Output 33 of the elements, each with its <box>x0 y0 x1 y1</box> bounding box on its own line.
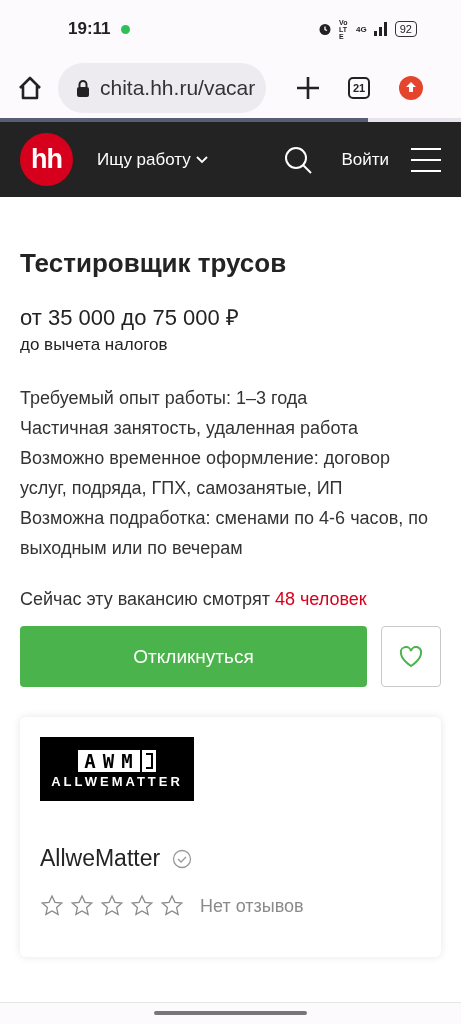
signal-icon <box>373 22 388 36</box>
company-logo: AWM ALLWEMATTER <box>40 737 194 801</box>
vacancy-detail: Возможна подработка: сменами по 4-6 часов, по выходным или по вечерам <box>20 507 430 560</box>
salary-note: до вычета налогов <box>20 335 169 355</box>
tabs-counter[interactable]: 21 <box>348 77 370 99</box>
battery-level: 92 <box>394 21 417 37</box>
company-name[interactable]: AllweMatter <box>40 845 161 872</box>
search-icon[interactable] <box>283 144 314 175</box>
signal-label: 4G <box>356 24 367 34</box>
star-icon <box>160 894 184 918</box>
viewers-text: Сейчас эту вакансию смотрят 48 человек <box>20 589 368 610</box>
upload-icon[interactable] <box>398 75 424 101</box>
star-icon <box>100 894 124 918</box>
salary: от 35 000 до 75 000 ₽ <box>20 304 240 331</box>
notification-dot <box>120 24 130 34</box>
heart-icon <box>399 645 423 668</box>
vacancy-detail: Возможно временное оформление: договор услуг, подряда, ГПХ, самозанятые, ИП <box>20 447 391 500</box>
job-search-menu[interactable]: Ищу работу <box>97 149 209 170</box>
chevron-icon <box>194 154 209 165</box>
new-tab-icon[interactable] <box>296 76 320 100</box>
hh-logo[interactable]: hh <box>20 133 73 186</box>
vacancy-detail: Требуемый опыт работы: 1–3 года <box>20 387 309 410</box>
star-icon <box>70 894 94 918</box>
star-icon <box>130 894 154 918</box>
login-button[interactable]: Войти <box>341 149 389 170</box>
alarm-icon <box>318 22 333 36</box>
lock-icon <box>76 79 90 97</box>
star-icon <box>40 894 64 918</box>
vacancy-title: Тестировщик трусов <box>20 247 288 279</box>
address-bar[interactable]: chita.hh.ru/vacar <box>58 63 266 113</box>
status-time: 19:11 <box>68 19 111 39</box>
vacancy-detail: Частичная занятость, удаленная работа <box>20 417 360 440</box>
menu-icon[interactable] <box>411 146 441 173</box>
